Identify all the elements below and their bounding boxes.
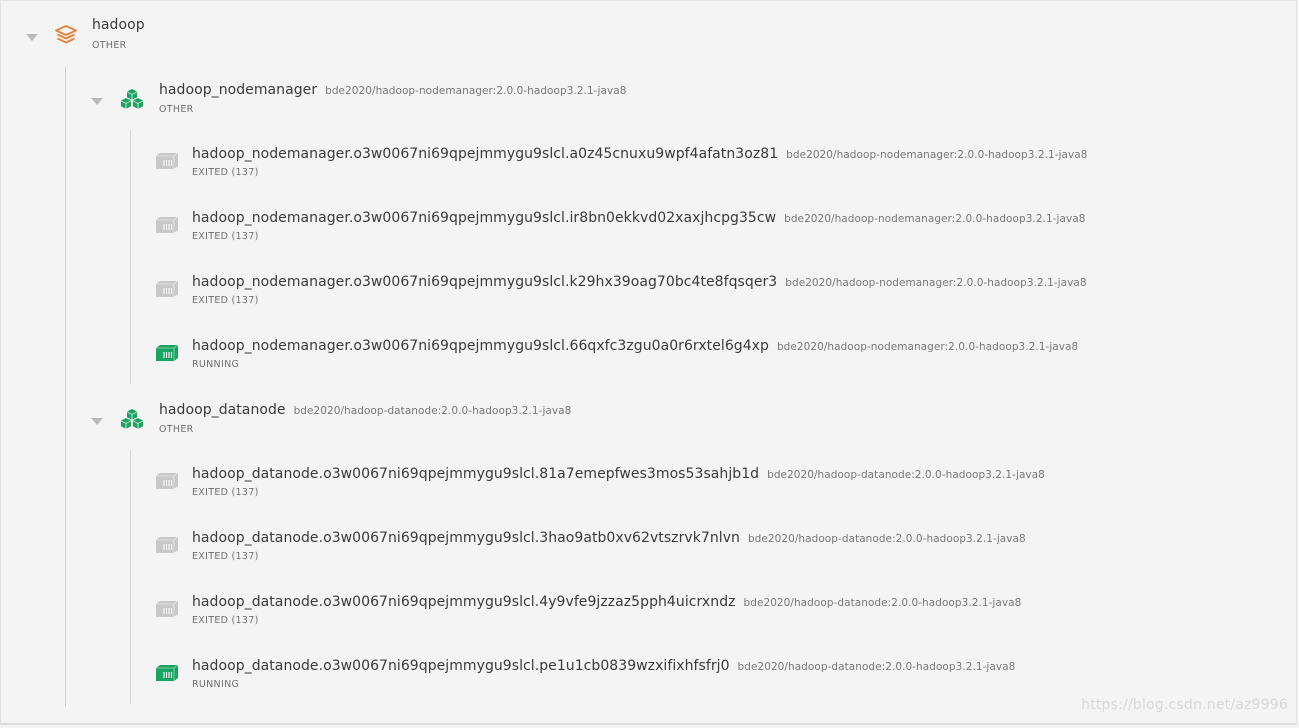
container-icon <box>156 536 179 553</box>
container-name[interactable]: hadoop_datanode.o3w0067ni69qpejmmygu9slc… <box>192 594 1021 610</box>
container-icon <box>156 472 179 489</box>
service-tree-line <box>130 130 131 384</box>
service-status: OTHER <box>159 104 194 115</box>
container-name[interactable]: hadoop_nodemanager.o3w0067ni69qpejmmygu9… <box>192 338 1078 354</box>
service-status: OTHER <box>159 424 194 435</box>
container-name[interactable]: hadoop_datanode.o3w0067ni69qpejmmygu9slc… <box>192 466 1045 482</box>
container-status: EXITED (137) <box>192 487 259 498</box>
container-name-label: hadoop_datanode.o3w0067ni69qpejmmygu9slc… <box>192 466 760 482</box>
container-name-label: hadoop_nodemanager.o3w0067ni69qpejmmygu9… <box>192 338 769 354</box>
service-name-label: hadoop_datanode <box>159 402 286 418</box>
layers-icon <box>55 25 77 44</box>
service-name[interactable]: hadoop_datanode bde2020/hadoop-datanode:2… <box>159 402 571 418</box>
container-image: bde2020/hadoop-datanode:2.0.0-hadoop3.2.… <box>737 661 1016 673</box>
container-name[interactable]: hadoop_datanode.o3w0067ni69qpejmmygu9slc… <box>192 530 1026 546</box>
stack-tree-panel: hadoop OTHER hadoop_nodemanager bde2020/h… <box>0 0 1297 725</box>
container-image: bde2020/hadoop-nodemanager:2.0.0-hadoop3… <box>784 213 1086 225</box>
stack-status: OTHER <box>92 40 127 51</box>
container-name-label: hadoop_nodemanager.o3w0067ni69qpejmmygu9… <box>192 274 778 290</box>
container-name[interactable]: hadoop_nodemanager.o3w0067ni69qpejmmygu9… <box>192 210 1085 226</box>
stack-name[interactable]: hadoop <box>92 17 145 33</box>
container-status: EXITED (137) <box>192 551 259 562</box>
service-collapse-caret[interactable] <box>91 418 103 425</box>
container-name-label: hadoop_datanode.o3w0067ni69qpejmmygu9slc… <box>192 594 736 610</box>
container-name[interactable]: hadoop_datanode.o3w0067ni69qpejmmygu9slc… <box>192 658 1015 674</box>
container-image: bde2020/hadoop-datanode:2.0.0-hadoop3.2.… <box>743 597 1022 609</box>
cubes-icon <box>121 409 143 429</box>
container-icon <box>156 216 179 233</box>
service-image: bde2020/hadoop-nodemanager:2.0.0-hadoop3… <box>325 85 627 97</box>
service-image: bde2020/hadoop-datanode:2.0.0-hadoop3.2.… <box>293 405 572 417</box>
container-image: bde2020/hadoop-nodemanager:2.0.0-hadoop3… <box>785 277 1087 289</box>
service-tree-line <box>130 450 131 704</box>
stack-collapse-caret[interactable] <box>26 34 38 41</box>
container-status: EXITED (137) <box>192 615 259 626</box>
container-name[interactable]: hadoop_nodemanager.o3w0067ni69qpejmmygu9… <box>192 146 1087 162</box>
stack-tree-line <box>65 67 66 707</box>
container-status: RUNNING <box>192 679 240 690</box>
container-status: EXITED (137) <box>192 295 259 306</box>
service-name[interactable]: hadoop_nodemanager bde2020/hadoop-nodeman… <box>159 82 626 98</box>
container-status: RUNNING <box>192 359 240 370</box>
container-icon <box>156 280 179 297</box>
container-image: bde2020/hadoop-nodemanager:2.0.0-hadoop3… <box>786 149 1088 161</box>
stack-name-label: hadoop <box>92 17 145 33</box>
container-icon <box>156 664 179 681</box>
container-image: bde2020/hadoop-nodemanager:2.0.0-hadoop3… <box>776 341 1079 353</box>
container-name-label: hadoop_nodemanager.o3w0067ni69qpejmmygu9… <box>192 210 777 226</box>
container-name-label: hadoop_nodemanager.o3w0067ni69qpejmmygu9… <box>192 146 779 162</box>
container-icon <box>156 600 179 617</box>
cubes-icon <box>121 89 143 109</box>
container-image: bde2020/hadoop-datanode:2.0.0-hadoop3.2.… <box>767 469 1045 481</box>
container-icon <box>156 152 179 169</box>
container-name-label: hadoop_datanode.o3w0067ni69qpejmmygu9slc… <box>192 530 740 546</box>
service-name-label: hadoop_nodemanager <box>159 82 318 98</box>
container-status: EXITED (137) <box>192 167 259 178</box>
service-collapse-caret[interactable] <box>91 98 103 105</box>
container-name[interactable]: hadoop_nodemanager.o3w0067ni69qpejmmygu9… <box>192 274 1087 290</box>
container-icon <box>156 344 179 361</box>
container-image: bde2020/hadoop-datanode:2.0.0-hadoop3.2.… <box>747 533 1026 545</box>
container-name-label: hadoop_datanode.o3w0067ni69qpejmmygu9slc… <box>192 658 730 674</box>
container-status: EXITED (137) <box>192 231 259 242</box>
watermark: https://blog.csdn.net/az9996 <box>1081 697 1288 713</box>
